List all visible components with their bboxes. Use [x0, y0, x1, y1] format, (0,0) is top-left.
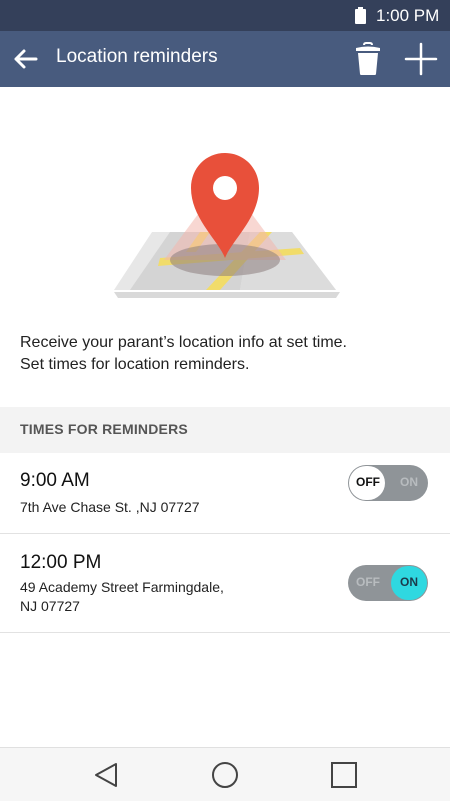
plus-icon[interactable] — [404, 42, 438, 76]
square-recents-icon[interactable] — [329, 760, 359, 790]
reminder-address-line-2: NJ 07727 — [20, 598, 80, 614]
toggle-off-label: OFF — [356, 475, 380, 489]
app-bar: Location reminders — [0, 31, 450, 87]
description-text: Receive your parant’s location info at s… — [20, 332, 430, 376]
section-header: TIMES FOR REMINDERS — [0, 407, 450, 453]
arrow-left-icon[interactable] — [10, 43, 42, 75]
reminder-time: 12:00 PM — [20, 552, 102, 573]
description-line-1: Receive your parant’s location info at s… — [20, 334, 347, 351]
reminder-address-line-1: 49 Academy Street Farmingdale, — [20, 579, 224, 595]
toggle-on-label: ON — [400, 475, 418, 489]
triangle-back-icon[interactable] — [92, 760, 122, 790]
trash-icon[interactable] — [352, 41, 384, 77]
reminder-toggle[interactable]: OFF ON — [348, 565, 428, 601]
reminder-address: 49 Academy Street Farmingdale, NJ 07727 — [20, 578, 320, 616]
description-line-2: Set times for location reminders. — [20, 356, 250, 373]
reminder-row[interactable]: 9:00 AM 7th Ave Chase St. ,NJ 07727 OFF … — [0, 453, 450, 534]
battery-icon — [355, 7, 366, 24]
reminder-time: 9:00 AM — [20, 470, 90, 491]
status-bar: 1:00 PM — [0, 0, 450, 31]
reminder-address: 7th Ave Chase St. ,NJ 07727 — [20, 498, 320, 517]
page-title: Location reminders — [56, 46, 218, 67]
toggle-on-label: ON — [400, 575, 418, 589]
circle-home-icon[interactable] — [210, 760, 240, 790]
system-nav-bar — [0, 747, 450, 801]
reminder-toggle[interactable]: OFF ON — [348, 465, 428, 501]
map-pin-illustration — [114, 153, 340, 298]
section-header-label: TIMES FOR REMINDERS — [20, 421, 188, 437]
reminder-row[interactable]: 12:00 PM 49 Academy Street Farmingdale, … — [0, 534, 450, 633]
status-time: 1:00 PM — [376, 6, 440, 25]
toggle-off-label: OFF — [356, 575, 380, 589]
reminder-address-line-1: 7th Ave Chase St. ,NJ 07727 — [20, 499, 200, 515]
